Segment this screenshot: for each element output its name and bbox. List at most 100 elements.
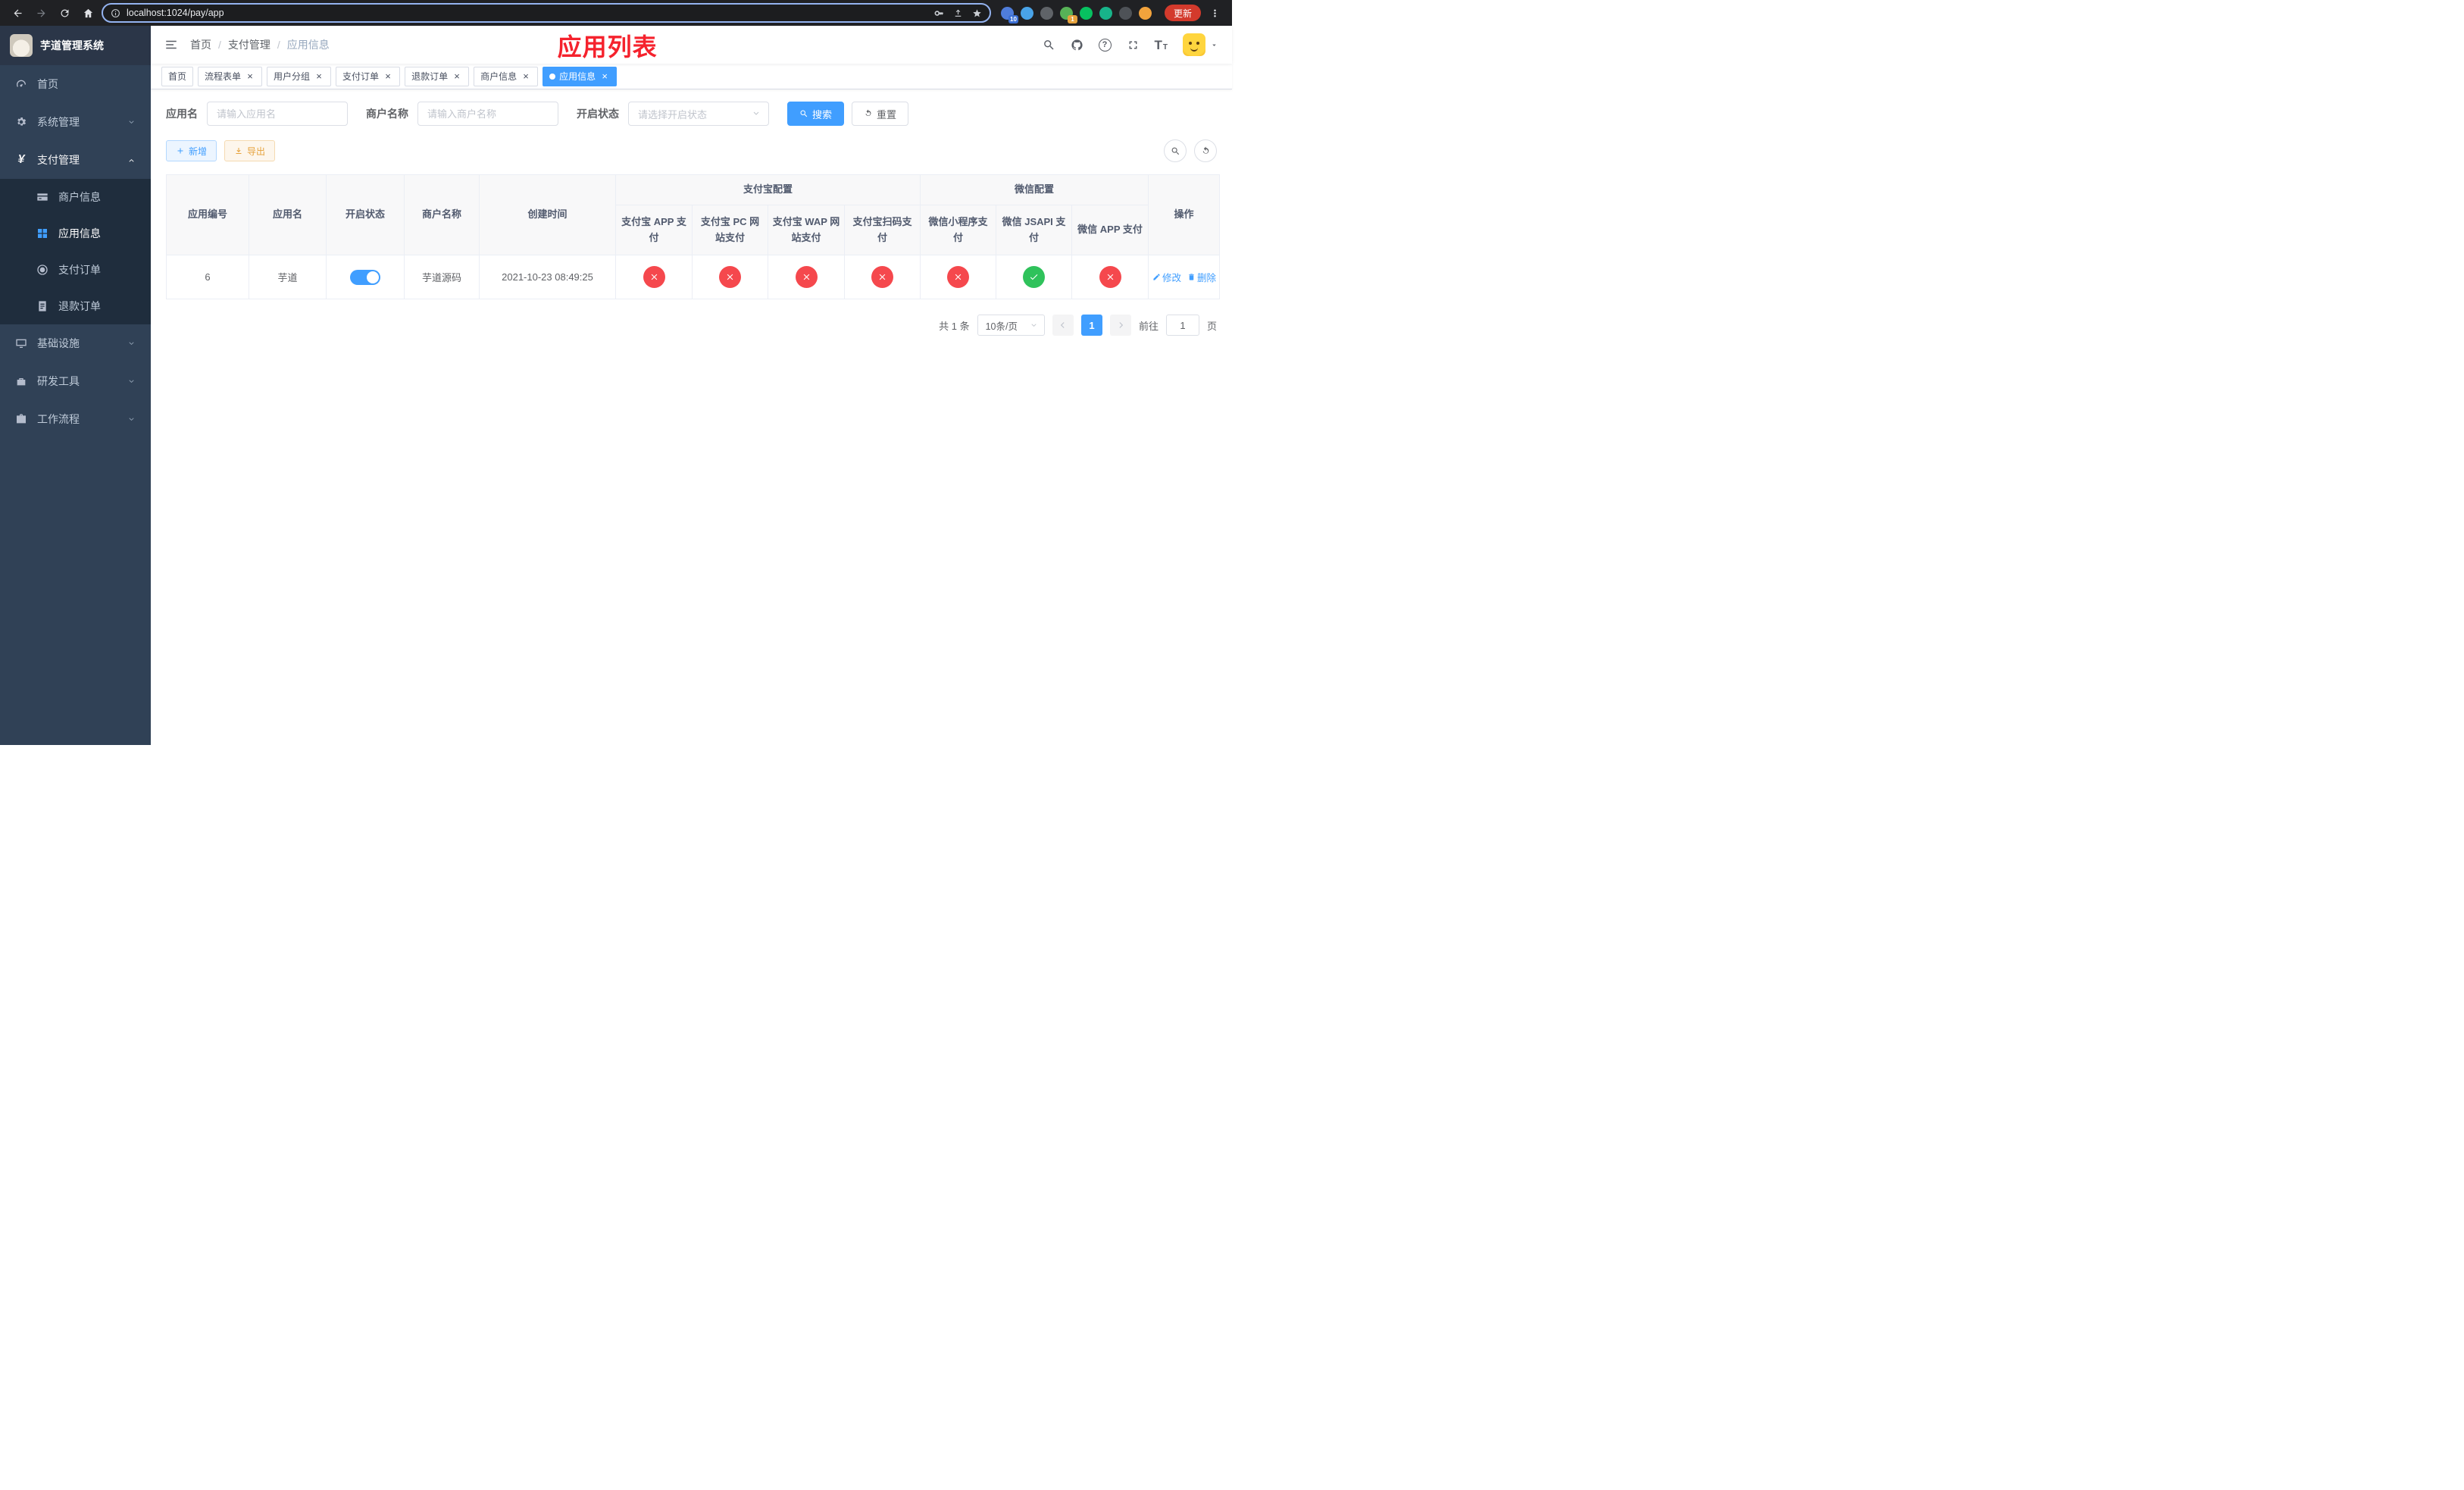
tab-label: 商户信息 <box>480 71 518 82</box>
refresh-icon <box>864 109 873 118</box>
enabled-toggle[interactable] <box>350 269 380 285</box>
extension-dark-globe-icon[interactable] <box>1040 6 1053 20</box>
check-icon <box>1029 272 1039 282</box>
column-header: 支付宝扫码支付 <box>843 205 921 255</box>
navbar: 首页 / 支付管理 / 应用信息 <box>151 26 1232 64</box>
sidebar-item-label: 首页 <box>37 78 58 90</box>
tab-label: 流程表单 <box>205 71 242 82</box>
breadcrumb-separator: / <box>218 39 221 51</box>
browser-home-button[interactable] <box>78 3 98 23</box>
merchant-name-input[interactable] <box>417 102 558 126</box>
page-annotation: 应用列表 <box>557 33 658 61</box>
tab-pay-order[interactable]: 支付订单 × <box>336 66 401 86</box>
page-number-button[interactable]: 1 <box>1080 315 1102 336</box>
logo[interactable]: 芋道管理系统 <box>0 26 151 65</box>
address-bar[interactable]: localhost:1024/pay/app <box>102 3 991 23</box>
user-menu[interactable] <box>1183 33 1218 56</box>
page-size-select[interactable]: 10条/页 <box>977 315 1045 336</box>
sidebar-item-payment[interactable]: ¥ 支付管理 <box>0 141 151 179</box>
tab-user-group[interactable]: 用户分组 × <box>267 66 332 86</box>
close-tab-icon[interactable]: × <box>521 71 531 82</box>
sidebar-toggle-button[interactable] <box>158 38 184 52</box>
status-disabled-icon <box>795 266 818 288</box>
sidebar-item-system[interactable]: 系统管理 <box>0 103 151 141</box>
breadcrumb-item[interactable]: 支付管理 <box>228 37 270 52</box>
sidebar-item-workflow[interactable]: 工作流程 <box>0 400 151 438</box>
close-tab-icon[interactable]: × <box>383 71 393 82</box>
sidebar-item-devtools[interactable]: 研发工具 <box>0 362 151 400</box>
column-header: 微信 JSAPI 支付 <box>996 205 1073 255</box>
tab-home[interactable]: 首页 <box>161 66 194 86</box>
sidebar-item-home[interactable]: 首页 <box>0 65 151 103</box>
gear-icon <box>15 116 27 128</box>
sidebar-item-label: 退款订单 <box>58 300 101 312</box>
chevron-left-icon <box>1058 320 1068 330</box>
search-icon <box>1171 146 1180 156</box>
sidebar-item-infra[interactable]: 基础设施 <box>0 324 151 362</box>
tab-merchant-info[interactable]: 商户信息 × <box>474 66 539 86</box>
briefcase-icon <box>15 413 27 425</box>
status-disabled-icon <box>719 266 741 288</box>
extension-puzzle-icon[interactable]: 10 <box>1000 6 1018 23</box>
goto-page-input[interactable] <box>1165 315 1199 336</box>
close-tab-icon[interactable]: × <box>599 71 610 82</box>
extension-drop-icon[interactable] <box>1020 6 1033 20</box>
extension-leaf-icon[interactable]: 1 <box>1059 6 1077 23</box>
share-icon[interactable] <box>953 8 963 18</box>
cell-created: 2021-10-23 08:49:25 <box>479 255 616 299</box>
sidebar-item-merchant-info[interactable]: 商户信息 <box>0 179 151 215</box>
cell-config-status <box>1071 255 1149 299</box>
extension-note-icon[interactable] <box>1099 6 1112 20</box>
sidebar-item-pay-order[interactable]: 支付订单 <box>0 252 151 288</box>
bookmark-star-icon[interactable] <box>972 8 982 18</box>
close-tab-icon[interactable]: × <box>452 71 462 82</box>
prev-page-button[interactable] <box>1052 315 1074 336</box>
site-info-icon[interactable] <box>111 8 120 18</box>
delete-link[interactable]: 删除 <box>1187 270 1216 284</box>
fullscreen-icon[interactable] <box>1127 39 1140 52</box>
search-button[interactable]: 搜索 <box>787 102 845 126</box>
browser-update-button[interactable]: 更新 <box>1164 5 1201 21</box>
status-disabled-icon <box>1099 266 1121 288</box>
search-icon[interactable] <box>1043 39 1055 52</box>
github-icon[interactable] <box>1071 39 1083 52</box>
edit-link[interactable]: 修改 <box>1152 270 1181 284</box>
close-tab-icon[interactable]: × <box>314 71 324 82</box>
status-disabled-icon <box>643 266 665 288</box>
tab-refund-order[interactable]: 退款订单 × <box>405 66 470 86</box>
browser-reload-button[interactable] <box>55 3 74 23</box>
x-icon <box>1105 272 1115 282</box>
sidebar-item-label: 商户信息 <box>58 191 101 203</box>
tab-app-info[interactable]: 应用信息 × <box>543 66 618 86</box>
filter-form: 应用名 商户名称 开启状态 请选择开启状态 搜索 重置 <box>166 102 1217 126</box>
enabled-status-select[interactable]: 请选择开启状态 <box>628 102 769 126</box>
sidebar-item-refund-order[interactable]: 退款订单 <box>0 288 151 324</box>
toggle-search-button[interactable] <box>1164 139 1187 162</box>
browser-back-button[interactable] <box>8 3 27 23</box>
extension-profile-face-icon[interactable] <box>1138 6 1152 20</box>
app-name-input[interactable] <box>207 102 348 126</box>
status-enabled-icon <box>1023 266 1046 288</box>
font-size-icon[interactable] <box>1155 39 1168 52</box>
password-manager-icon[interactable] <box>934 8 944 18</box>
refresh-table-button[interactable] <box>1194 139 1217 162</box>
trash-icon <box>1187 273 1196 281</box>
extension-wechat-icon[interactable] <box>1079 6 1093 20</box>
close-tab-icon[interactable]: × <box>245 71 255 82</box>
tab-process-form[interactable]: 流程表单 × <box>198 66 263 86</box>
breadcrumb-item[interactable]: 首页 <box>190 37 211 52</box>
export-button[interactable]: 导出 <box>224 140 276 161</box>
sidebar-item-label: 支付订单 <box>58 264 101 276</box>
browser-forward-button[interactable] <box>31 3 51 23</box>
browser-menu-button[interactable] <box>1205 3 1224 23</box>
column-header: 商户名称 <box>404 174 480 255</box>
help-icon[interactable] <box>1098 38 1112 52</box>
reset-button[interactable]: 重置 <box>852 102 909 126</box>
next-page-button[interactable] <box>1109 315 1131 336</box>
add-button[interactable]: 新增 <box>166 140 217 161</box>
extension-pinwheel-icon[interactable] <box>1118 6 1132 20</box>
chevron-down-icon <box>1030 321 1038 330</box>
cell-app-id: 6 <box>166 255 249 299</box>
sidebar-item-app-info[interactable]: 应用信息 <box>0 215 151 252</box>
filter-label: 商户名称 <box>366 108 408 120</box>
